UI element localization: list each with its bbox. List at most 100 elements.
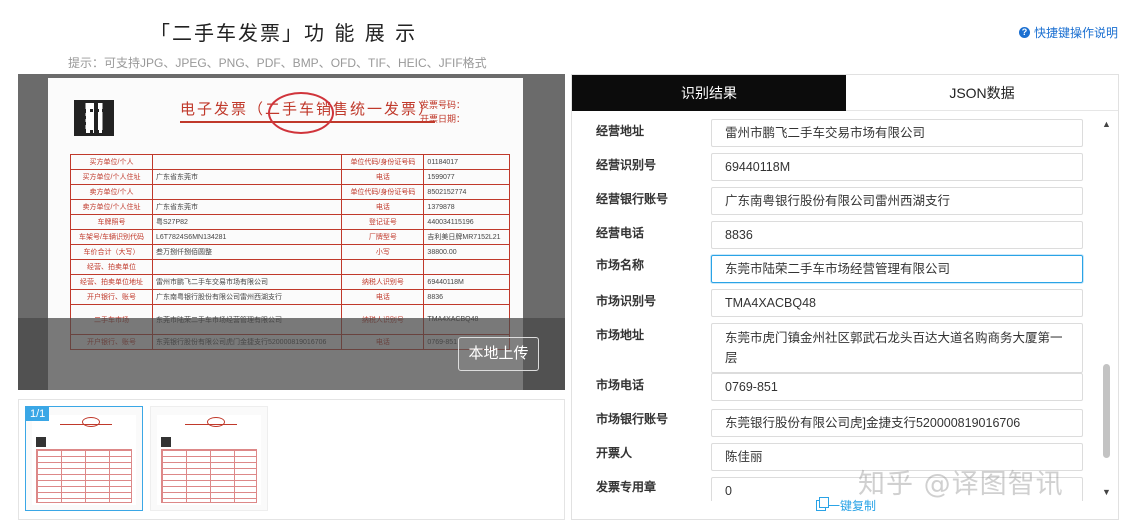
invoice-cell-value: 8836 bbox=[423, 289, 510, 305]
field-value-input[interactable]: TMA4XACBQ48 bbox=[711, 289, 1083, 317]
invoice-table-row: 经营、拍卖单位地址 雷州市鹏飞二手车交易市场有限公司 纳税人识别号 69440118M bbox=[70, 274, 510, 290]
thumbnail-2[interactable] bbox=[150, 406, 268, 511]
results-scrollbar[interactable]: ▲ ▼ bbox=[1102, 119, 1112, 497]
invoice-cell-label: 卖方单位/个人 bbox=[70, 184, 153, 200]
invoice-cell-value bbox=[423, 259, 510, 275]
invoice-cell-value: 440034115196 bbox=[423, 214, 510, 230]
field-value-input[interactable]: 东莞市虎门镇金州社区郭武石龙头百达大道名购商务大厦第一层 bbox=[711, 323, 1083, 373]
shortcut-help-label: 快捷键操作说明 bbox=[1033, 26, 1118, 40]
invoice-cell-value: 广东省东莞市 bbox=[151, 199, 343, 215]
thumbnail-image bbox=[157, 415, 261, 505]
mini-qr-icon bbox=[36, 437, 46, 447]
invoice-cell-value bbox=[151, 154, 343, 170]
invoice-cell-value: 吉利美日牌MR7152L21 bbox=[423, 229, 510, 245]
field-label: 市场银行账号 bbox=[596, 412, 669, 426]
invoice-number-block: 发票号码： 开票日期： bbox=[420, 98, 465, 126]
field-label: 经营识别号 bbox=[596, 158, 657, 172]
field-value-input[interactable]: 东莞市陆荣二手车市场经营管理有限公司 bbox=[711, 255, 1083, 283]
invoice-table-row: 开户银行、账号 广东南粤银行股份有限公司雷州西湖支行 电话 8836 bbox=[70, 289, 510, 305]
invoice-cell-value: 1599077 bbox=[423, 169, 510, 185]
invoice-cell-label: 车架号/车辆识别代码 bbox=[70, 229, 153, 245]
invoice-cell-value bbox=[151, 259, 343, 275]
invoice-cell-label: 单位代码/身份证号码 bbox=[341, 184, 425, 200]
thumbnail-strip: 1/1 bbox=[18, 399, 565, 520]
invoice-cell-value: 8502152774 bbox=[423, 184, 510, 200]
field-label: 市场地址 bbox=[596, 328, 645, 342]
invoice-cell-label: 开户银行、账号 bbox=[70, 289, 153, 305]
invoice-cell-label: 车价合计（大写） bbox=[70, 244, 153, 260]
invoice-table-row: 卖方单位/个人 单位代码/身份证号码 8502152774 bbox=[70, 184, 510, 200]
shortcut-help-link[interactable]: ? 快捷键操作说明 bbox=[1018, 24, 1118, 41]
mini-table bbox=[36, 449, 132, 503]
scrollbar-thumb[interactable] bbox=[1103, 364, 1110, 458]
invoice-cell-label: 买方单位/个人住址 bbox=[70, 169, 153, 185]
invoice-cell-label: 电话 bbox=[341, 289, 425, 305]
result-tabs: 识别结果 JSON数据 bbox=[572, 75, 1118, 111]
invoice-cell-label: 登记证号 bbox=[341, 214, 425, 230]
invoice-cell-label: 卖方单位/个人住址 bbox=[70, 199, 153, 215]
invoice-cell-value bbox=[151, 184, 343, 200]
mini-title bbox=[60, 421, 112, 425]
invoice-date-label: 开票日期： bbox=[420, 114, 466, 124]
invoice-table-row: 车架号/车辆识别代码 L6T7824S6MN134281 厂牌型号 吉利美日牌MR71… bbox=[70, 229, 510, 245]
field-value-input[interactable]: 8836 bbox=[711, 221, 1083, 249]
field-value-input[interactable]: 69440118M bbox=[711, 153, 1083, 181]
invoice-cell-value: 叁万捌仟捌佰圆整 bbox=[151, 244, 343, 260]
invoice-cell-value: 广东南粤银行股份有限公司雷州西湖支行 bbox=[151, 289, 343, 305]
results-panel: 识别结果 JSON数据 经营地址 雷州市鹏飞二手车交易市场有限公司 经营识别号 … bbox=[571, 74, 1119, 520]
watermark: 知乎 @译图智讯 bbox=[858, 469, 1064, 500]
invoice-cell-label: 单位代码/身份证号码 bbox=[341, 154, 425, 170]
invoice-table-row: 车牌照号 粤S27P82 登记证号 440034115196 bbox=[70, 214, 510, 230]
page-indicator: 1/1 bbox=[26, 407, 50, 421]
invoice-cell-value: 01184017 bbox=[423, 154, 510, 170]
format-hint: 提示：可支持JPG、JPEG、PNG、PDF、BMP、OFD、TIF、HEIC、… bbox=[68, 56, 487, 70]
qr-code-icon bbox=[74, 100, 114, 136]
invoice-cell-label bbox=[341, 259, 425, 275]
tab-json-data[interactable]: JSON数据 bbox=[846, 75, 1118, 111]
invoice-cell-value: 粤S27P82 bbox=[151, 214, 343, 230]
invoice-cell-label: 小写 bbox=[341, 244, 425, 260]
invoice-table-row: 买方单位/个人住址 广东省东莞市 电话 1599077 bbox=[70, 169, 510, 185]
field-value-input[interactable]: 0769-851 bbox=[711, 373, 1083, 401]
page: 「二手车发票」功 能 展 示 提示：可支持JPG、JPEG、PNG、PDF、BM… bbox=[0, 0, 1126, 528]
invoice-table-row: 车价合计（大写） 叁万捌仟捌佰圆整 小写 38800.00 bbox=[70, 244, 510, 260]
field-label: 市场识别号 bbox=[596, 294, 657, 308]
invoice-cell-value: 1379878 bbox=[423, 199, 510, 215]
invoice-table-row: 经营、拍卖单位 bbox=[70, 259, 510, 275]
upload-overlay: 本地上传 bbox=[18, 318, 565, 390]
invoice-cell-value: 69440118M bbox=[423, 274, 510, 290]
invoice-cell-value: L6T7824S6MN134281 bbox=[151, 229, 343, 245]
field-label: 经营地址 bbox=[596, 124, 645, 138]
field-label: 市场名称 bbox=[596, 258, 645, 272]
invoice-cell-label: 厂牌型号 bbox=[341, 229, 425, 245]
mini-table bbox=[161, 449, 257, 503]
invoice-cell-value: 广东省东莞市 bbox=[151, 169, 343, 185]
invoice-number-label: 发票号码： bbox=[420, 100, 466, 110]
invoice-cell-value: 38800.00 bbox=[423, 244, 510, 260]
tab-recognition-result[interactable]: 识别结果 bbox=[572, 75, 846, 111]
invoice-cell-label: 经营、拍卖单位地址 bbox=[70, 274, 153, 290]
copy-icon bbox=[816, 497, 829, 511]
invoice-table-row: 买方单位/个人 单位代码/身份证号码 01184017 bbox=[70, 154, 510, 170]
field-value-input[interactable]: 东莞银行股份有限公司虎]金捷支行520000819016706 bbox=[711, 409, 1083, 437]
field-label: 市场电话 bbox=[596, 378, 645, 392]
scroll-down-icon[interactable]: ▼ bbox=[1102, 487, 1111, 497]
field-label: 经营银行账号 bbox=[596, 192, 669, 206]
field-label: 发票专用章 bbox=[596, 480, 657, 494]
field-label: 开票人 bbox=[596, 446, 633, 460]
field-value-input[interactable]: 广东南粤银行股份有限公司雷州西湖支行 bbox=[711, 187, 1083, 215]
invoice-cell-label: 车牌照号 bbox=[70, 214, 153, 230]
thumbnail-1[interactable]: 1/1 bbox=[25, 406, 143, 511]
invoice-cell-label: 经营、拍卖单位 bbox=[70, 259, 153, 275]
scroll-up-icon[interactable]: ▲ bbox=[1102, 119, 1111, 129]
field-value-input[interactable]: 雷州市鹏飞二手车交易市场有限公司 bbox=[711, 119, 1083, 147]
invoice-preview: 电子发票（二手车销售统一发票） 发票号码： 开票日期： 买方单位/个人 单位代码/… bbox=[18, 74, 565, 390]
invoice-cell-label: 买方单位/个人 bbox=[70, 154, 153, 170]
invoice-table-row: 卖方单位/个人住址 广东省东莞市 电话 1379878 bbox=[70, 199, 510, 215]
question-circle-icon: ? bbox=[1018, 27, 1030, 38]
result-fields: 经营地址 雷州市鹏飞二手车交易市场有限公司 经营识别号 69440118M 经营… bbox=[572, 111, 1118, 501]
invoice-seal bbox=[268, 92, 334, 134]
invoice-cell-value: 雷州市鹏飞二手车交易市场有限公司 bbox=[151, 274, 343, 290]
invoice-cell-label: 电话 bbox=[341, 169, 425, 185]
local-upload-button[interactable]: 本地上传 bbox=[458, 337, 539, 371]
